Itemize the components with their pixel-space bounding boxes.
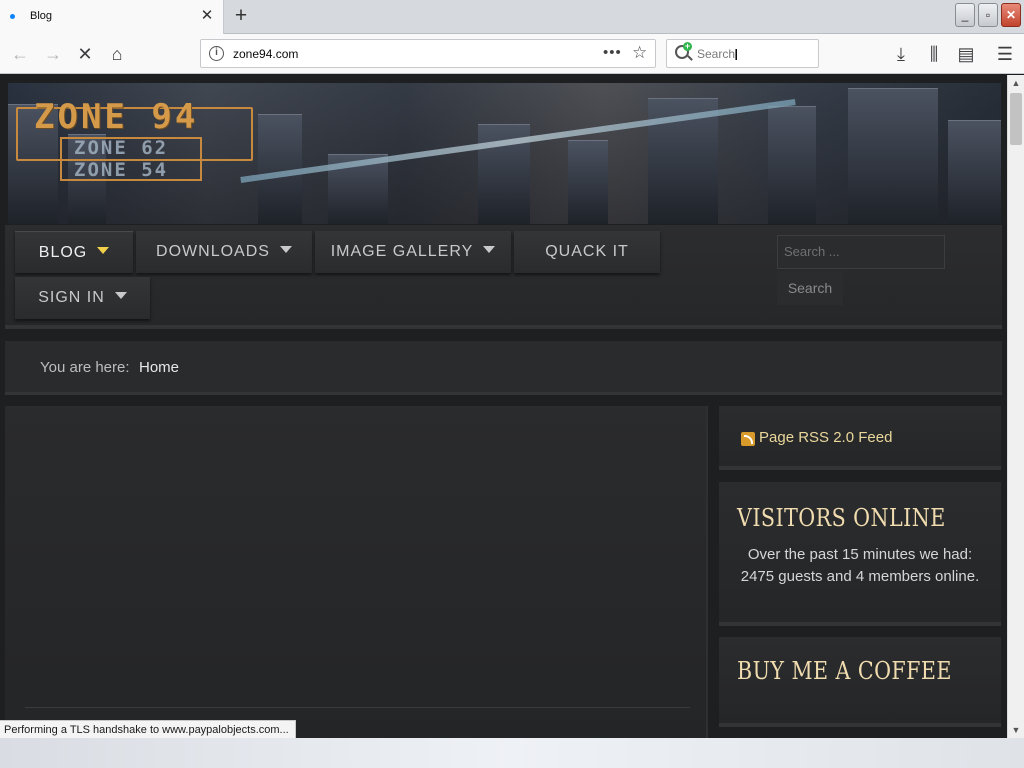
main-content	[5, 406, 708, 738]
menu-item-label: DOWNLOADS	[156, 243, 270, 260]
site-search-input[interactable]: Search ...	[777, 235, 945, 269]
main-menu: BLOG DOWNLOADS IMAGE GALLERY QUACK IT SI…	[5, 225, 1002, 329]
coffee-widget: BUY ME A COFFEE	[719, 637, 1001, 727]
scroll-thumb[interactable]	[1010, 93, 1022, 145]
logo-sub-2: ZONE 54	[74, 159, 169, 181]
caret-down-icon	[279, 246, 292, 253]
content-divider	[25, 707, 690, 708]
stop-icon[interactable]: ✕	[73, 42, 97, 66]
visitors-text: Over the past 15 minutes we had: 2475 gu…	[740, 546, 980, 585]
desktop-background	[0, 738, 1024, 768]
nav-toolbar: ← → ✕ ⌂ i zone94.com ••• ☆ + Search ⤓ ⫼ …	[0, 34, 1024, 74]
loading-dot-icon	[10, 14, 15, 19]
site-banner[interactable]: ZONE 94 ZONE 62 ZONE 54	[8, 83, 1001, 224]
tab-strip: Blog ✕ + _ ▫ ✕	[0, 0, 1024, 34]
close-tab-icon[interactable]: ✕	[199, 8, 215, 24]
menu-item-image-gallery[interactable]: IMAGE GALLERY	[315, 231, 511, 273]
menu-item-blog[interactable]: BLOG	[15, 231, 133, 273]
banner-building	[768, 106, 816, 224]
scroll-down-icon[interactable]: ▼	[1008, 722, 1024, 738]
menu-icon[interactable]: ☰	[993, 42, 1017, 66]
breadcrumb: You are here: Home	[5, 341, 1002, 395]
breadcrumb-home[interactable]: Home	[139, 359, 179, 376]
caret-down-icon	[97, 247, 110, 254]
caret-down-icon	[114, 292, 127, 299]
menu-item-downloads[interactable]: DOWNLOADS	[136, 231, 312, 273]
coffee-title: BUY ME A COFFEE	[737, 657, 952, 685]
breadcrumb-label: You are here:	[40, 359, 130, 376]
star-icon[interactable]: ☆	[632, 43, 647, 63]
minimize-button[interactable]: _	[955, 3, 975, 27]
caret-down-icon	[483, 246, 496, 253]
rss-widget: Page RSS 2.0 Feed	[719, 406, 1001, 470]
info-icon[interactable]: i	[209, 46, 224, 61]
scroll-up-icon[interactable]: ▲	[1008, 75, 1024, 91]
back-icon[interactable]: ←	[8, 42, 32, 66]
banner-building	[948, 120, 1001, 224]
banner-building	[848, 88, 938, 224]
menu-item-label: SIGN IN	[38, 289, 105, 306]
menu-item-label: BLOG	[38, 244, 88, 261]
page-scrollbar[interactable]: ▲ ▼	[1007, 75, 1024, 738]
text-cursor-icon: I	[734, 48, 738, 66]
visitors-title: VISITORS ONLINE	[737, 504, 946, 532]
url-bar[interactable]: i zone94.com ••• ☆	[200, 39, 656, 68]
menu-item-quack-it[interactable]: QUACK IT	[514, 231, 660, 273]
visitors-widget: VISITORS ONLINE Over the past 15 minutes…	[719, 482, 1001, 626]
more-icon[interactable]: •••	[603, 44, 622, 61]
tab-title: Blog	[30, 10, 53, 22]
browser-search-input[interactable]: + Search	[666, 39, 819, 68]
status-bar: Performing a TLS handshake to www.paypal…	[0, 720, 296, 739]
rss-link[interactable]: Page RSS 2.0 Feed	[759, 429, 892, 446]
menu-item-sign-in[interactable]: SIGN IN	[15, 277, 150, 319]
maximize-button[interactable]: ▫	[978, 3, 998, 27]
download-icon[interactable]: ⤓	[889, 42, 913, 66]
url-text[interactable]: zone94.com	[233, 47, 298, 61]
close-window-button[interactable]: ✕	[1001, 3, 1021, 27]
banner-building	[568, 140, 608, 224]
sidebar-icon[interactable]: ▤	[954, 42, 978, 66]
tab-blog[interactable]: Blog ✕	[0, 0, 224, 34]
rss-icon[interactable]	[741, 432, 755, 446]
library-icon[interactable]: ⫼	[922, 42, 946, 66]
site-logo[interactable]: ZONE 94	[34, 97, 198, 137]
add-search-icon: +	[683, 41, 692, 51]
site-search-button[interactable]: Search	[777, 271, 843, 305]
forward-icon[interactable]: →	[41, 42, 65, 66]
logo-sub-1: ZONE 62	[74, 137, 169, 159]
page-viewport: ZONE 94 ZONE 62 ZONE 54 BLOG DOWNLOADS I…	[0, 75, 1007, 738]
search-placeholder: Search	[697, 47, 736, 61]
menu-item-label: IMAGE GALLERY	[330, 243, 474, 260]
new-tab-button[interactable]: +	[229, 5, 253, 29]
menu-item-label: QUACK IT	[545, 243, 629, 260]
home-icon[interactable]: ⌂	[105, 42, 129, 66]
